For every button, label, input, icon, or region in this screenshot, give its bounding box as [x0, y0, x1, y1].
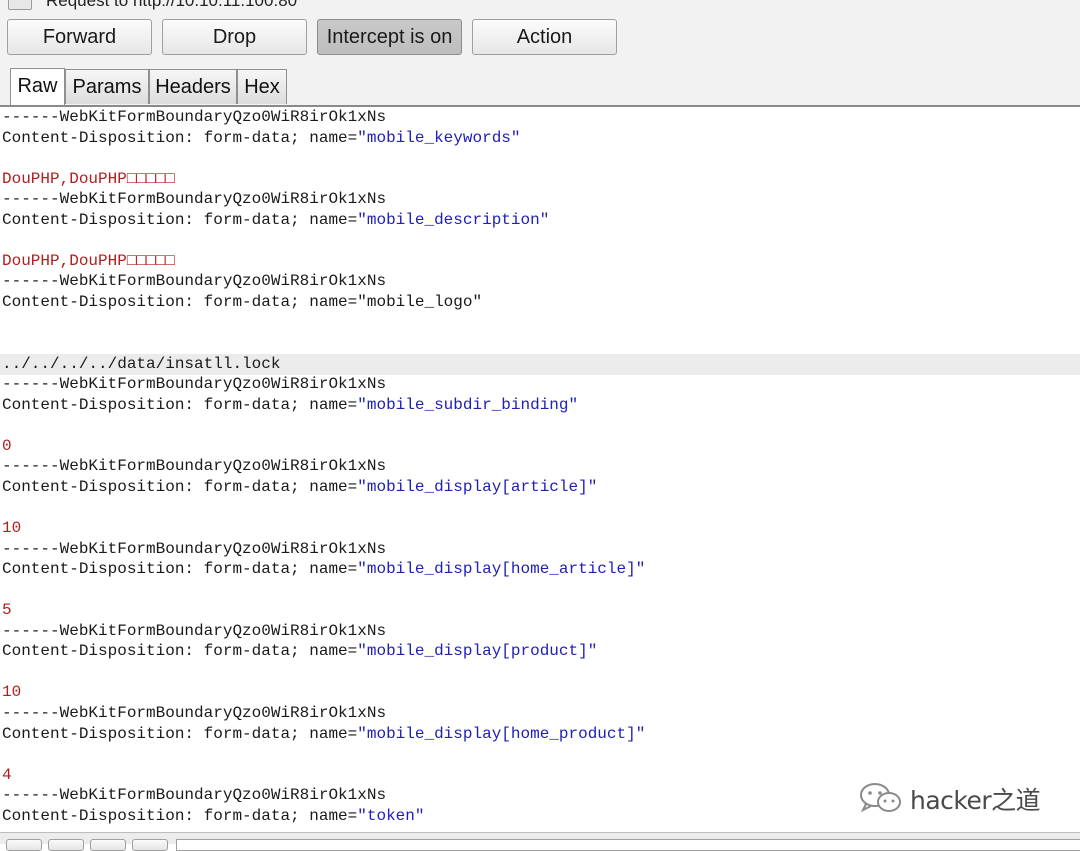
request-line: ------WebKitFormBoundaryQzo0WiR8irOk1xNs: [0, 374, 1080, 395]
request-line: Content-Disposition: form-data; name="mo…: [0, 395, 1080, 416]
raw-request-editor[interactable]: ------WebKitFormBoundaryQzo0WiR8irOk1xNs…: [0, 107, 1080, 832]
request-line: ------WebKitFormBoundaryQzo0WiR8irOk1xNs: [0, 703, 1080, 724]
request-icon: [8, 0, 32, 10]
request-line: [0, 580, 1080, 601]
tab-params[interactable]: Params: [65, 69, 149, 104]
request-line: ------WebKitFormBoundaryQzo0WiR8irOk1xNs: [0, 189, 1080, 210]
request-line: 10: [0, 518, 1080, 539]
tab-hex[interactable]: Hex: [237, 69, 287, 104]
header-text: Content-Disposition: form-data; name=: [2, 477, 358, 496]
watermark: hacker之道: [858, 780, 1058, 815]
window-title: Request to http://10.10.11.100:80: [46, 0, 298, 10]
request-line: Content-Disposition: form-data; name="mo…: [0, 477, 1080, 498]
intercept-toolbar: Forward Drop Intercept is on Action: [0, 10, 1080, 66]
param-value: DouPHP,DouPHP□□□□□: [2, 169, 175, 188]
line-text: ------WebKitFormBoundaryQzo0WiR8irOk1xNs: [2, 703, 387, 722]
header-text: Content-Disposition: form-data; name=: [2, 806, 358, 825]
action-button[interactable]: Action: [472, 19, 617, 55]
request-line: [0, 744, 1080, 765]
request-line: Content-Disposition: form-data; name="mo…: [0, 210, 1080, 231]
header-text: Content-Disposition: form-data; name=: [2, 210, 358, 229]
field-name-string: "token": [357, 806, 425, 825]
param-value: 10: [2, 683, 22, 702]
field-name-string: "mobile_keywords": [357, 128, 521, 147]
message-tabs: Raw Params Headers Hex: [0, 66, 1080, 106]
previous-button[interactable]: [48, 839, 84, 851]
line-text: ------WebKitFormBoundaryQzo0WiR8irOk1xNs: [2, 375, 387, 394]
request-line: DouPHP,DouPHP□□□□□: [0, 251, 1080, 272]
line-text: ------WebKitFormBoundaryQzo0WiR8irOk1xNs: [2, 457, 387, 476]
next-button[interactable]: [132, 839, 168, 851]
field-name-string: "mobile_display[home_product]": [357, 724, 646, 743]
tab-headers[interactable]: Headers: [149, 69, 237, 104]
param-value: 0: [2, 436, 12, 455]
request-line: Content-Disposition: form-data; name="mo…: [0, 292, 1080, 313]
tab-raw[interactable]: Raw: [10, 68, 65, 105]
header-text: Content-Disposition: form-data; name=: [2, 724, 358, 743]
line-text: ------WebKitFormBoundaryQzo0WiR8irOk1xNs: [2, 272, 387, 291]
line-text: ------WebKitFormBoundaryQzo0WiR8irOk1xNs: [2, 108, 387, 126]
param-value: 5: [2, 601, 12, 620]
request-line: ------WebKitFormBoundaryQzo0WiR8irOk1xNs: [0, 621, 1080, 642]
request-line: Content-Disposition: form-data; name="mo…: [0, 559, 1080, 580]
field-name-string: "mobile_display[home_article]": [357, 560, 646, 579]
header-text: Content-Disposition: form-data; name=: [2, 395, 358, 414]
request-line: [0, 497, 1080, 518]
line-text: ../../../../data/insatll.lock: [2, 354, 281, 373]
request-line: [0, 148, 1080, 169]
request-line: Content-Disposition: form-data; name="mo…: [0, 641, 1080, 662]
line-text: ------WebKitFormBoundaryQzo0WiR8irOk1xNs: [2, 539, 387, 558]
line-text: ------WebKitFormBoundaryQzo0WiR8irOk1xNs: [2, 621, 387, 640]
request-line: Content-Disposition: form-data; name="mo…: [0, 128, 1080, 149]
add-button[interactable]: [90, 839, 126, 851]
request-line: [0, 415, 1080, 436]
request-line: Content-Disposition: form-data; name="mo…: [0, 724, 1080, 745]
header-text: Content-Disposition: form-data; name=: [2, 128, 358, 147]
request-line: ------WebKitFormBoundaryQzo0WiR8irOk1xNs: [0, 271, 1080, 292]
field-name-string: "mobile_description": [357, 210, 550, 229]
request-line: DouPHP,DouPHP□□□□□: [0, 169, 1080, 190]
request-line: [0, 313, 1080, 334]
request-line: [0, 333, 1080, 354]
header-text: Content-Disposition: form-data; name=: [2, 642, 358, 661]
search-input[interactable]: [176, 839, 1080, 851]
help-button[interactable]: [6, 839, 42, 851]
watermark-text: hacker之道: [910, 786, 1041, 815]
header-text: Content-Disposition: form-data; name=: [2, 560, 358, 579]
line-text: Content-Disposition: form-data; name="mo…: [2, 292, 483, 311]
field-name-string: "mobile_display[article]": [357, 477, 598, 496]
field-name-string: "mobile_display[product]": [357, 642, 598, 661]
request-line: [0, 662, 1080, 683]
line-text: ------WebKitFormBoundaryQzo0WiR8irOk1xNs: [2, 190, 387, 209]
request-line: 0: [0, 436, 1080, 457]
forward-button[interactable]: Forward: [7, 19, 152, 55]
param-value: 4: [2, 765, 12, 784]
field-name-string: "mobile_subdir_binding": [357, 395, 579, 414]
line-text: ------WebKitFormBoundaryQzo0WiR8irOk1xNs: [2, 786, 387, 805]
intercept-toggle-button[interactable]: Intercept is on: [317, 19, 462, 55]
param-value: DouPHP,DouPHP□□□□□: [2, 251, 175, 270]
request-line: [0, 230, 1080, 251]
wechat-icon: [860, 783, 901, 813]
window-title-bar: Request to http://10.10.11.100:80: [0, 0, 1080, 10]
drop-button[interactable]: Drop: [162, 19, 307, 55]
request-line: 5: [0, 600, 1080, 621]
request-line: ------WebKitFormBoundaryQzo0WiR8irOk1xNs: [0, 107, 1080, 128]
bottom-search-bar: [0, 832, 1080, 851]
request-line: 10: [0, 682, 1080, 703]
request-line: ------WebKitFormBoundaryQzo0WiR8irOk1xNs: [0, 456, 1080, 477]
request-line: ../../../../data/insatll.lock: [0, 353, 1080, 375]
param-value: 10: [2, 519, 22, 537]
request-line: ------WebKitFormBoundaryQzo0WiR8irOk1xNs: [0, 539, 1080, 560]
